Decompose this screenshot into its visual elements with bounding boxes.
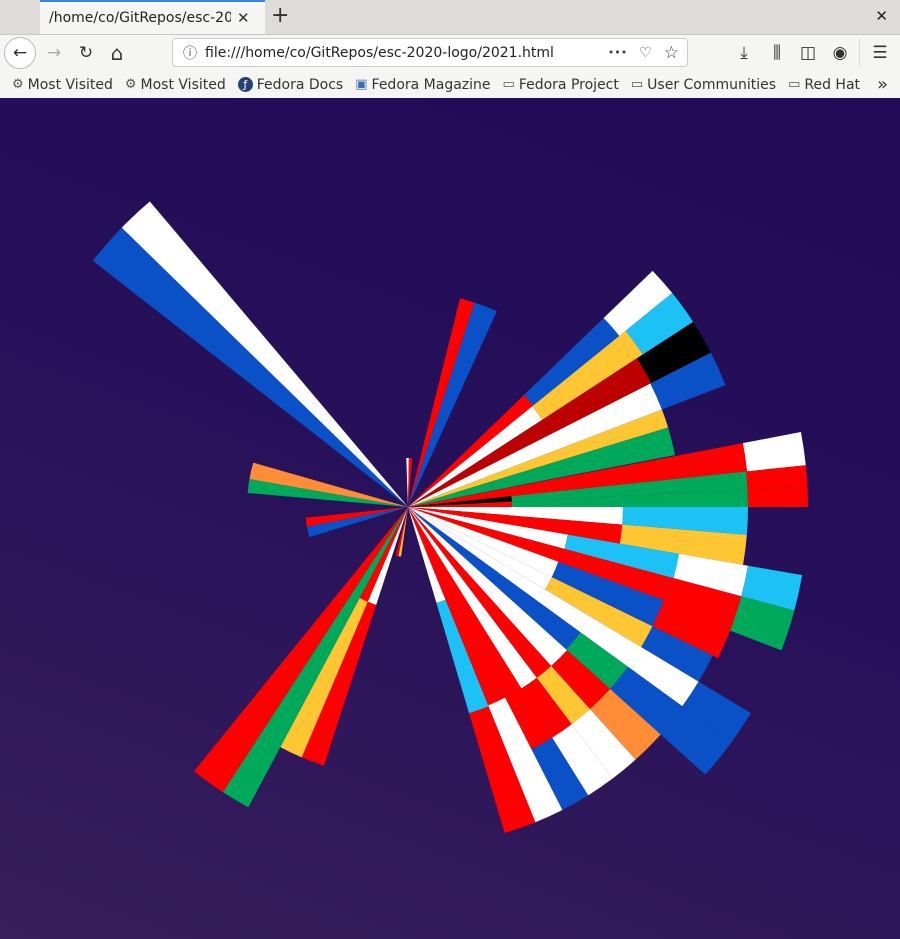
close-tab-icon[interactable]: ✕ xyxy=(237,9,250,27)
flag-ray-1 xyxy=(121,201,408,507)
account-icon[interactable]: ◉ xyxy=(828,39,852,67)
home-button[interactable]: ⌂ xyxy=(105,39,129,67)
bookmark-star-icon[interactable]: ☆ xyxy=(664,43,679,63)
new-tab-button[interactable]: + xyxy=(271,3,289,28)
flag-ray-36 xyxy=(305,507,408,527)
page-content xyxy=(0,98,900,939)
gear-icon: ⚙ xyxy=(124,77,137,92)
flag-stripe-white xyxy=(742,432,806,472)
bookmarks-overflow-icon[interactable]: » xyxy=(877,74,888,95)
more-actions-icon[interactable]: ••• xyxy=(608,46,627,59)
library-icon[interactable]: ⫼ xyxy=(765,39,789,67)
flag-stripe-red xyxy=(305,507,408,527)
bookmark-label: Red Hat xyxy=(804,76,861,93)
bookmark-label: Fedora Project xyxy=(518,76,619,93)
bookmark-folder-fedora-project[interactable]: ▭ Fedora Project xyxy=(503,77,619,93)
bookmark-label: Fedora Magazine xyxy=(371,76,491,93)
reload-button[interactable]: ↻ xyxy=(74,39,98,67)
back-button[interactable]: ← xyxy=(4,37,36,69)
bookmark-label: Most Visited xyxy=(140,76,226,93)
bookmark-most-visited-2[interactable]: ⚙ Most Visited xyxy=(125,77,226,93)
nav-bar: ← → ↻ ⌂ ⓘ file:///home/co/GitRepos/esc-2… xyxy=(0,35,900,71)
forward-button[interactable]: → xyxy=(42,39,66,67)
flag-ray-32 xyxy=(280,507,408,758)
bookmark-folder-user-communities[interactable]: ▭ User Communities xyxy=(631,77,776,93)
flag-ray-0 xyxy=(92,227,409,507)
bookmark-fedora-docs[interactable]: ƒ Fedora Docs xyxy=(237,76,344,93)
folder-icon: ▭ xyxy=(630,77,644,92)
folder-icon: ▭ xyxy=(788,77,801,92)
window-close-button[interactable]: ✕ xyxy=(875,7,888,25)
bookmarks-bar: ⚙ Most Visited ⚙ Most Visited ƒ Fedora Docs… xyxy=(0,71,900,99)
fedora-magazine-icon: ▣ xyxy=(355,77,368,92)
flag-stripe-blue xyxy=(92,227,409,507)
bookmark-folder-red-hat[interactable]: ▭ Red Hat xyxy=(788,77,860,93)
flag-stripe-white xyxy=(121,201,408,507)
bookmark-label: Most Visited xyxy=(27,76,113,93)
sidebar-icon[interactable]: ◫ xyxy=(796,39,820,67)
url-bar[interactable]: ⓘ file:///home/co/GitRepos/esc-2020-logo… xyxy=(172,38,688,67)
pocket-icon[interactable]: ♡ xyxy=(639,45,652,61)
folder-icon: ▭ xyxy=(502,77,515,92)
fedora-icon: ƒ xyxy=(237,77,253,92)
bookmark-label: User Communities xyxy=(647,76,777,93)
download-icon[interactable]: ⤓ xyxy=(732,39,756,67)
bookmark-most-visited[interactable]: ⚙ Most Visited xyxy=(12,77,113,93)
bookmark-fedora-magazine[interactable]: ▣ Fedora Magazine xyxy=(355,77,490,93)
tab-title: /home/co/GitRepos/esc-2020-logo/2021.htm… xyxy=(49,10,231,26)
tab-bar: /home/co/GitRepos/esc-2020-logo/2021.htm… xyxy=(0,0,900,35)
menu-icon[interactable]: ☰ xyxy=(868,39,892,67)
tab-active[interactable]: /home/co/GitRepos/esc-2020-logo/2021.htm… xyxy=(40,0,265,34)
bookmark-label: Fedora Docs xyxy=(256,76,344,93)
url-text[interactable]: file:///home/co/GitRepos/esc-2020-logo/2… xyxy=(205,45,608,61)
info-icon[interactable]: ⓘ xyxy=(183,43,197,63)
flag-stripe-red xyxy=(747,486,808,507)
eurovision-flag-logo xyxy=(92,201,808,833)
toolbar-divider xyxy=(859,39,860,67)
gear-icon: ⚙ xyxy=(12,77,24,92)
